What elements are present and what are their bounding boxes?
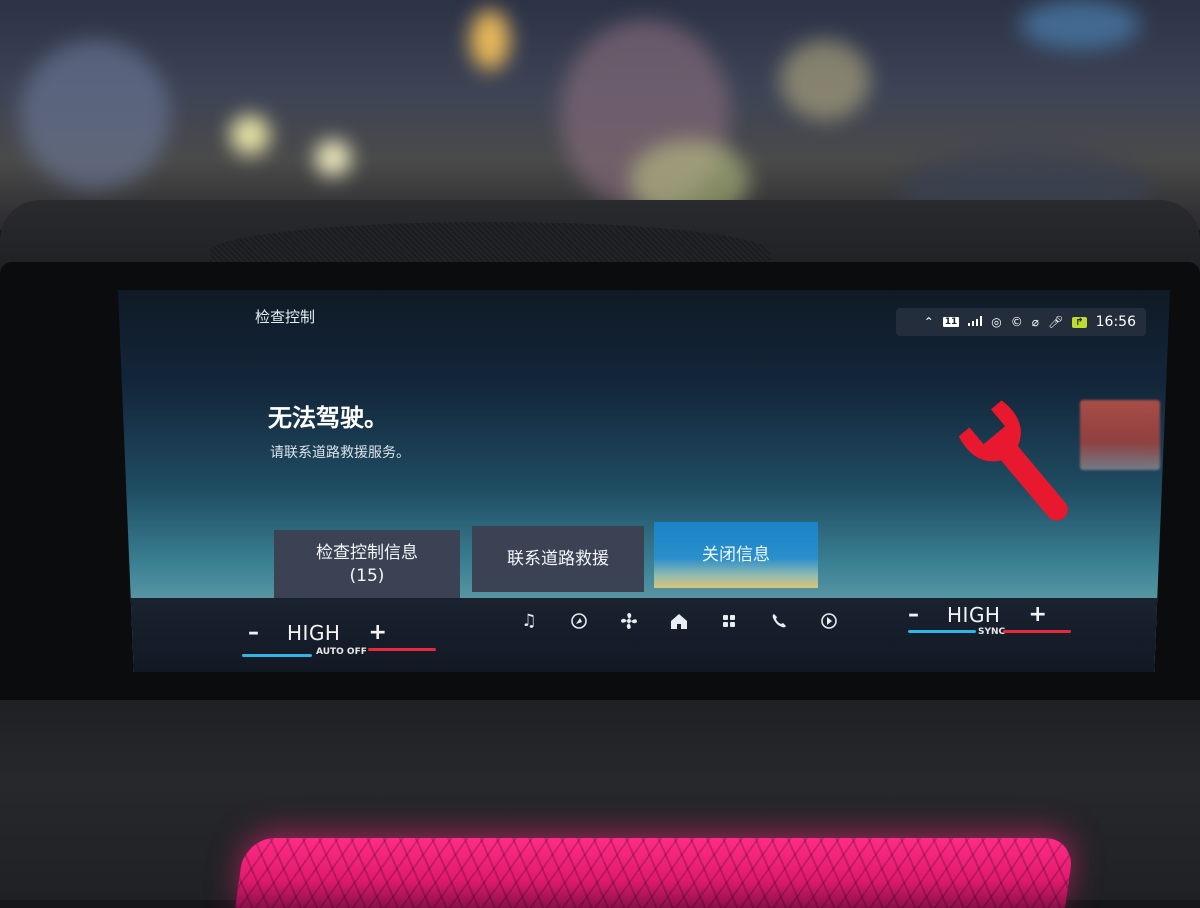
ambient-light-strip: [235, 838, 1075, 908]
message-title: 无法驾驶。: [268, 404, 388, 432]
temp-bar-cool-right: [908, 630, 976, 633]
status-bar: ⌃ 11 ◎ © ⌀ 🎤︎ ↱ 16:56: [896, 308, 1146, 336]
infotainment-display: 检查控制 ⌃ 11 ◎ © ⌀ 🎤︎ ↱ 16:56 无法驾驶。 请联系道路救援…: [118, 290, 1170, 672]
connectivity-icon: ©: [1010, 315, 1023, 329]
roadside-label: 联系道路救援: [507, 548, 609, 569]
climate-left: – HIGH +: [248, 620, 387, 645]
fan-level-left: HIGH: [287, 620, 341, 645]
connected-services-icon: ◎: [991, 315, 1002, 329]
phone-icon[interactable]: [768, 610, 790, 632]
close-message-button[interactable]: 关闭信息: [654, 522, 818, 588]
climate-right: – HIGH +: [908, 602, 1047, 627]
wrench-icon: [958, 400, 1068, 521]
fan-minus-left-button[interactable]: –: [248, 620, 259, 645]
sync-label: SYNC: [978, 627, 1006, 637]
signal-bars-icon: [968, 316, 983, 328]
windshield-background: [0, 0, 1200, 230]
check-control-count: (15): [349, 566, 385, 586]
sim-11-icon: 11: [942, 317, 960, 327]
temp-bar-warm-left: [368, 648, 436, 651]
apps-grid-icon[interactable]: [718, 610, 740, 632]
app-dock: ♫: [518, 610, 840, 632]
microphone-icon: 🎤︎: [1048, 315, 1064, 329]
page-title: 检查控制: [255, 308, 316, 326]
auto-off-label: AUTO OFF: [316, 647, 367, 657]
fan-level-right: HIGH: [947, 602, 1001, 627]
temp-bar-cool-left: [242, 654, 312, 657]
fan-plus-left-button[interactable]: +: [368, 620, 386, 645]
wifi-off-icon: ⌀: [1031, 315, 1040, 329]
contact-roadside-assistance-button[interactable]: 联系道路救援: [472, 526, 644, 592]
car-status-icon: ↱: [1072, 316, 1087, 328]
message-subtitle: 请联系道路救援服务。: [270, 445, 410, 461]
clock: 16:56: [1095, 314, 1136, 330]
music-icon[interactable]: ♫: [518, 610, 540, 632]
close-label: 关闭信息: [702, 544, 770, 565]
check-control-info-button[interactable]: 检查控制信息 (15): [274, 530, 460, 600]
fan-plus-right-button[interactable]: +: [1028, 602, 1046, 627]
connected-drive-icon[interactable]: [818, 610, 840, 632]
fan-icon[interactable]: [618, 610, 640, 632]
fan-minus-right-button[interactable]: –: [908, 602, 919, 627]
window-reflection: [1080, 400, 1160, 470]
home-icon[interactable]: [668, 610, 690, 632]
chevron-up-icon[interactable]: ⌃: [924, 316, 934, 328]
navigation-icon[interactable]: [568, 610, 590, 632]
check-control-label: 检查控制信息: [316, 543, 418, 564]
temp-bar-warm-right: [1003, 630, 1071, 633]
